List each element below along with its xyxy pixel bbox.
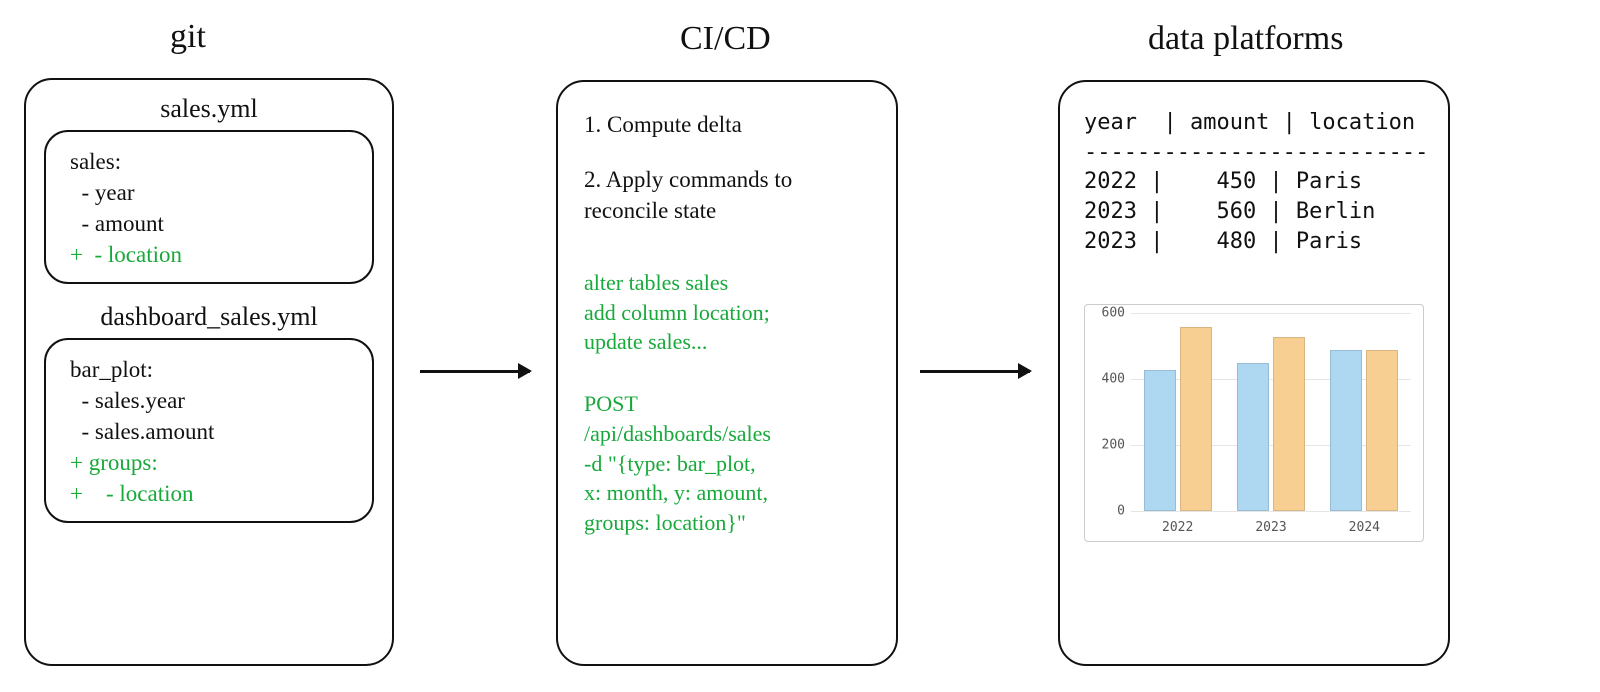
git-box: sales.yml sales: - year - amount+ - loca… — [24, 78, 394, 666]
dp-box: year | amount | location ---------------… — [1058, 80, 1450, 666]
arrow-cicd-to-dp — [920, 370, 1030, 373]
chart-xtick: 2024 — [1349, 520, 1380, 535]
dp-table-header: year | amount | location — [1084, 108, 1424, 138]
cicd-box: 1. Compute delta 2. Apply commands to re… — [556, 80, 898, 666]
table-row: 2023 | 480 | Paris — [1084, 227, 1424, 257]
diff-added-line: + groups: — [70, 447, 354, 478]
chart-bar — [1144, 370, 1176, 512]
chart-ytick: 400 — [1089, 372, 1125, 387]
chart-ytick: 600 — [1089, 306, 1125, 321]
chart-bar — [1273, 337, 1305, 512]
title-git: git — [170, 18, 206, 56]
mini-bar-chart: 0 200 400 600 2022 2023 2024 — [1084, 304, 1424, 542]
file2-name: dashboard_sales.yml — [44, 302, 374, 332]
code-line: - sales.amount — [70, 416, 354, 447]
code-line: - year — [70, 177, 354, 208]
chart-ytick: 0 — [1089, 504, 1125, 519]
code-line: - sales.year — [70, 385, 354, 416]
table-row: 2023 | 560 | Berlin — [1084, 197, 1424, 227]
chart-xtick: 2022 — [1162, 520, 1193, 535]
chart-ytick: 200 — [1089, 438, 1125, 453]
cicd-api: POST /api/dashboards/sales -d "{type: ba… — [584, 389, 870, 537]
cicd-step1: 1. Compute delta — [584, 112, 870, 138]
file1-body: sales: - year - amount+ - location — [44, 130, 374, 284]
code-line: bar_plot: — [70, 354, 354, 385]
title-dp: data platforms — [1148, 20, 1343, 58]
file1-name: sales.yml — [44, 94, 374, 124]
chart-bar — [1366, 350, 1398, 512]
cicd-sql: alter tables sales add column location; … — [584, 268, 870, 357]
file2-body: bar_plot: - sales.year - sales.amount+ g… — [44, 338, 374, 523]
code-line: sales: — [70, 146, 354, 177]
title-cicd: CI/CD — [680, 20, 771, 58]
chart-gridline — [1131, 313, 1411, 314]
code-line: - amount — [70, 208, 354, 239]
chart-gridline — [1131, 511, 1411, 512]
diff-added-line: + - location — [70, 478, 354, 509]
diff-added-line: + - location — [70, 239, 354, 270]
chart-bar — [1237, 363, 1269, 512]
arrow-git-to-cicd — [420, 370, 530, 373]
cicd-step2: 2. Apply commands to reconcile state — [584, 164, 870, 226]
chart-bar — [1330, 350, 1362, 512]
chart-bar — [1180, 327, 1212, 512]
dp-table-rows: 2022 | 450 | Paris2023 | 560 | Berlin202… — [1084, 167, 1424, 256]
table-row: 2022 | 450 | Paris — [1084, 167, 1424, 197]
dp-table-rule: -------------------------- — [1084, 138, 1424, 168]
chart-xtick: 2023 — [1255, 520, 1286, 535]
